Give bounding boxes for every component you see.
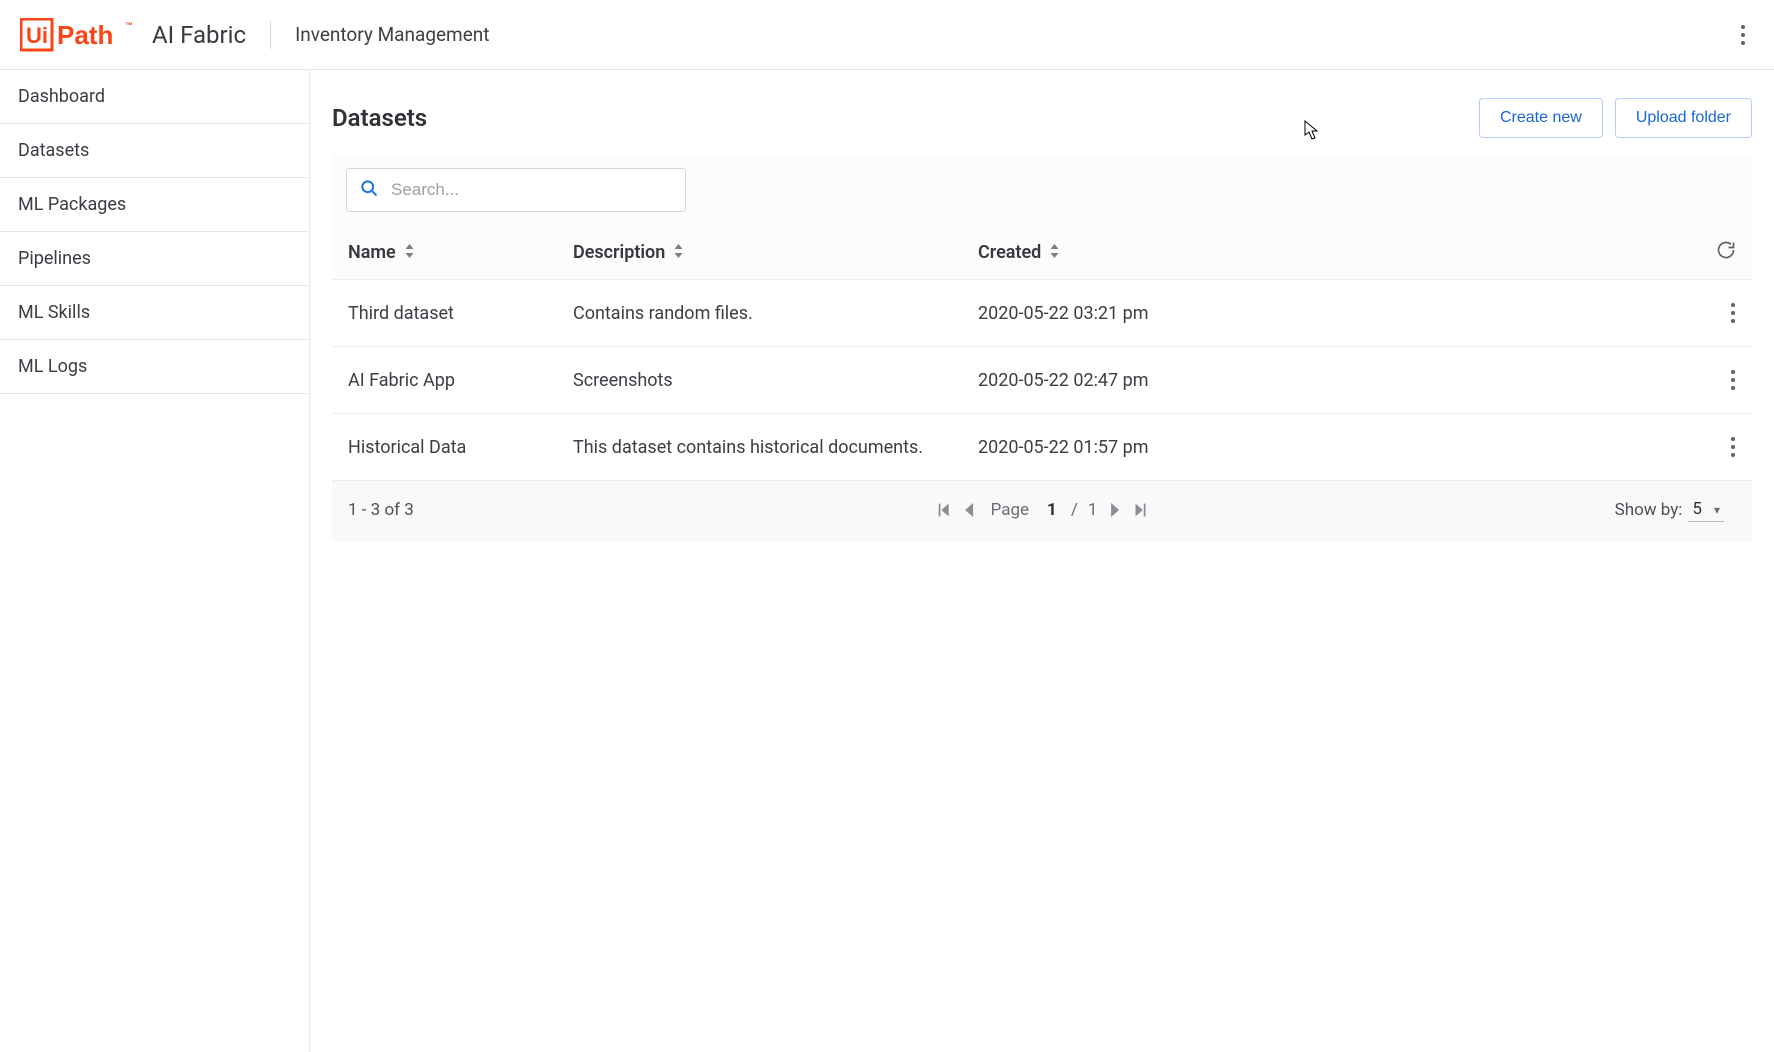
sort-icon [404, 242, 415, 263]
sort-icon [1049, 242, 1060, 263]
search-input[interactable] [391, 180, 673, 200]
cell-created: 2020-05-22 03:21 pm [978, 303, 1149, 324]
svg-text:Path: Path [57, 20, 113, 50]
cell-name: Third dataset [348, 303, 454, 324]
page-total: 1 [1088, 500, 1098, 520]
sidebar-item-pipelines[interactable]: Pipelines [0, 232, 309, 286]
page-current: 1 [1047, 500, 1057, 520]
column-label: Created [978, 242, 1041, 263]
sidebar: Dashboard Datasets ML Packages Pipelines… [0, 70, 310, 1052]
showby-select[interactable]: 5 [1688, 497, 1724, 522]
row-menu-button[interactable] [1730, 302, 1736, 324]
sidebar-item-label: ML Packages [18, 194, 126, 215]
brand-logo: Ui Path ™ AI Fabric [20, 18, 246, 52]
uipath-logo-icon: Ui Path ™ [20, 18, 140, 52]
column-header-name[interactable]: Name [348, 242, 573, 263]
search-icon [359, 178, 379, 202]
column-label: Description [573, 242, 665, 263]
cell-created: 2020-05-22 01:57 pm [978, 437, 1149, 458]
row-menu-button[interactable] [1730, 369, 1736, 391]
sidebar-item-label: ML Skills [18, 302, 90, 323]
pager: Page 1 / 1 [937, 500, 1148, 520]
cell-name: Historical Data [348, 437, 466, 458]
page-label: Page [991, 500, 1029, 520]
row-menu-button[interactable] [1730, 436, 1736, 458]
table-header: Name Description Created [332, 226, 1752, 280]
search-input-wrapper[interactable] [346, 168, 686, 212]
page-title: Datasets [332, 104, 427, 132]
column-header-description[interactable]: Description [573, 242, 978, 263]
svg-text:Ui: Ui [26, 23, 48, 48]
next-page-button[interactable] [1107, 501, 1122, 519]
table-row[interactable]: Third dataset Contains random files. 202… [332, 280, 1752, 347]
sidebar-item-datasets[interactable]: Datasets [0, 124, 309, 178]
app-header: Ui Path ™ AI Fabric Inventory Management [0, 0, 1774, 70]
breadcrumb[interactable]: Inventory Management [295, 23, 489, 46]
last-page-button[interactable] [1132, 501, 1147, 519]
sort-icon [673, 242, 684, 263]
range-text: 1 - 3 of 3 [348, 500, 414, 520]
sidebar-item-label: ML Logs [18, 356, 87, 377]
sidebar-item-ml-packages[interactable]: ML Packages [0, 178, 309, 232]
first-page-button[interactable] [937, 501, 952, 519]
sidebar-item-label: Datasets [18, 140, 89, 161]
sidebar-item-ml-logs[interactable]: ML Logs [0, 340, 309, 394]
sidebar-item-label: Dashboard [18, 86, 105, 107]
sidebar-item-ml-skills[interactable]: ML Skills [0, 286, 309, 340]
table-footer: 1 - 3 of 3 Page 1 / 1 Show by: 5 [332, 481, 1752, 542]
cell-description: Screenshots [573, 370, 673, 391]
cell-created: 2020-05-22 02:47 pm [978, 370, 1149, 391]
showby-label: Show by: [1615, 500, 1683, 520]
datasets-table: Name Description Created Third dataset C… [332, 154, 1752, 542]
header-divider [270, 21, 271, 49]
cell-description: This dataset contains historical documen… [573, 437, 923, 458]
page-slash: / [1071, 500, 1078, 520]
sidebar-item-label: Pipelines [18, 248, 91, 269]
sidebar-item-dashboard[interactable]: Dashboard [0, 70, 309, 124]
table-row[interactable]: AI Fabric App Screenshots 2020-05-22 02:… [332, 347, 1752, 414]
upload-folder-button[interactable]: Upload folder [1615, 98, 1752, 138]
column-label: Name [348, 242, 396, 263]
svg-text:™: ™ [125, 21, 133, 30]
column-header-created[interactable]: Created [978, 242, 1308, 263]
create-new-button[interactable]: Create new [1479, 98, 1603, 138]
cell-name: AI Fabric App [348, 370, 455, 391]
prev-page-button[interactable] [962, 501, 977, 519]
refresh-button[interactable] [1716, 240, 1736, 265]
header-menu-button[interactable] [1732, 16, 1754, 54]
app-title: AI Fabric [152, 21, 246, 49]
main-content: Datasets Create new Upload folder Name [310, 70, 1774, 1052]
cell-description: Contains random files. [573, 303, 753, 324]
table-row[interactable]: Historical Data This dataset contains hi… [332, 414, 1752, 481]
